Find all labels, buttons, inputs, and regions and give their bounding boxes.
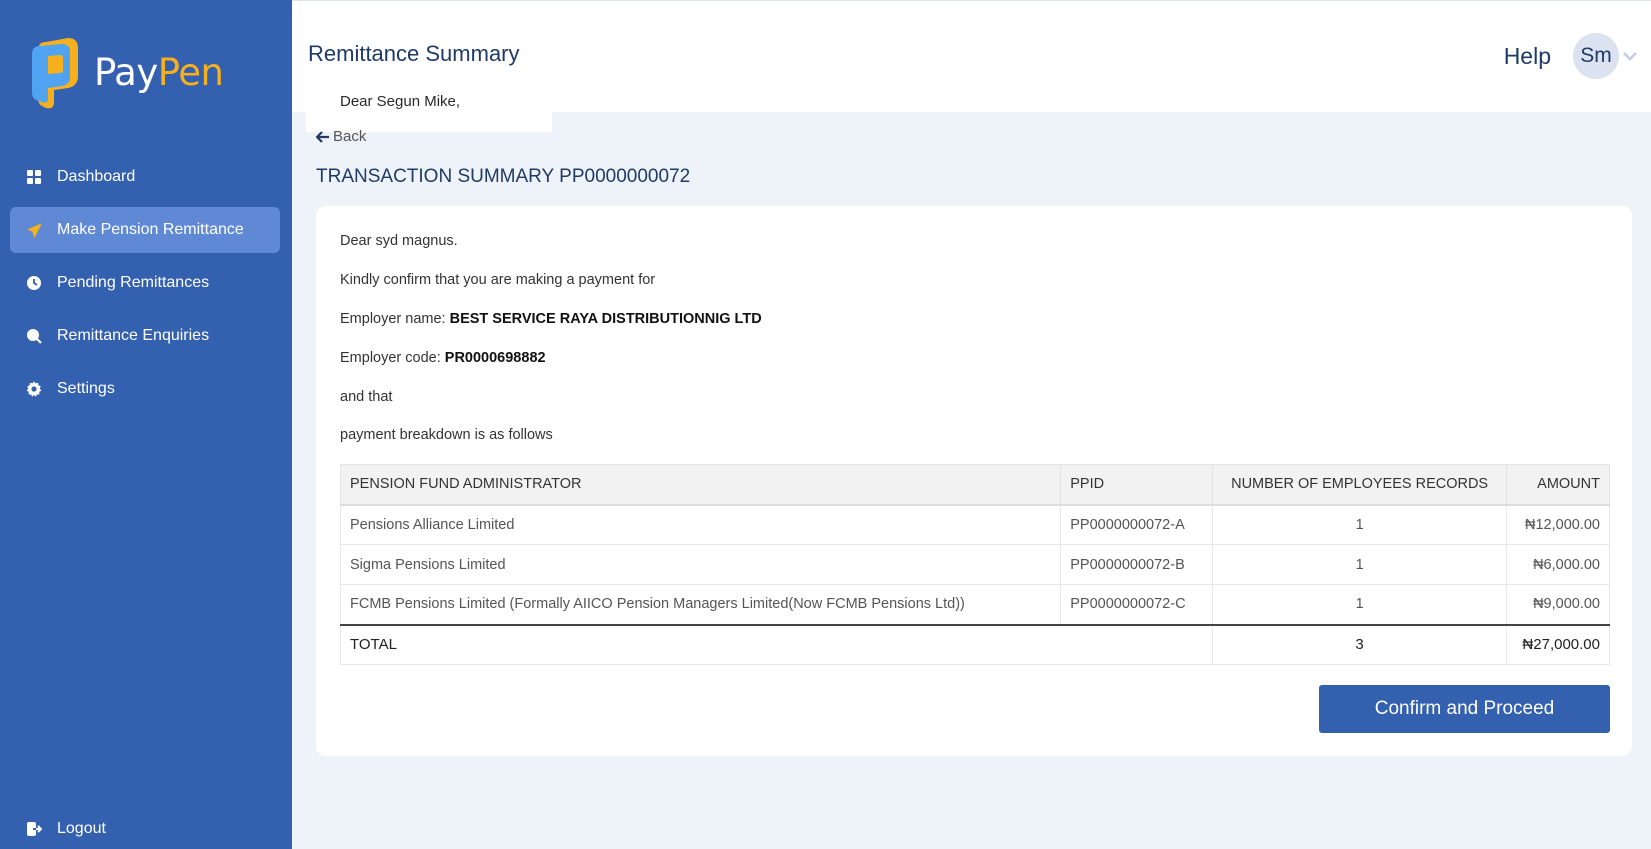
table-row: Sigma Pensions Limited PP0000000072-B 1 … — [339, 544, 1611, 585]
employer-name-label: Employer name: — [340, 311, 446, 327]
ppid-cell: PP0000000072-A — [1060, 504, 1214, 545]
sidebar-item-label: Dashboard — [57, 168, 136, 185]
logout-label: Logout — [57, 820, 106, 837]
sidebar-nav: Dashboard Make Pension Remittance Pendin… — [10, 154, 280, 419]
sidebar: PayPen Dashboard Make Pension Remittance… — [0, 0, 292, 849]
confirm-and-proceed-button[interactable]: Confirm and Proceed — [1319, 685, 1610, 733]
header-amount: AMOUNT — [1505, 464, 1611, 506]
sidebar-item-label: Pending Remittances — [57, 274, 210, 291]
breakdown-intro: payment breakdown is as follows — [340, 427, 553, 443]
employer-name-value: BEST SERVICE RAYA DISTRIBUTIONNIG LTD — [449, 311, 762, 327]
sidebar-item-label: Remittance Enquiries — [57, 327, 210, 344]
employer-code-line: Employer code: PR0000698882 — [340, 350, 546, 366]
table-total-row: TOTAL 3 ₦27,000.00 — [339, 623, 1611, 665]
sidebar-item-label: Make Pension Remittance — [57, 221, 244, 238]
table-row: FCMB Pensions Limited (Formally AIICO Pe… — [339, 584, 1611, 625]
total-amount: ₦27,000.00 — [1505, 623, 1611, 665]
help-link[interactable]: Help — [1504, 43, 1551, 70]
header-employee-records: NUMBER OF EMPLOYEES RECORDS — [1212, 464, 1507, 506]
employer-code-label: Employer code: — [340, 350, 441, 366]
brand-name-part1: Pay — [94, 50, 158, 94]
transaction-summary-card: Dear syd magnus. Kindly confirm that you… — [316, 206, 1632, 756]
sidebar-item-dashboard[interactable]: Dashboard — [10, 154, 280, 200]
amount-cell: ₦6,000.00 — [1505, 544, 1611, 585]
and-that-text: and that — [340, 389, 393, 405]
employer-code-value: PR0000698882 — [444, 350, 546, 366]
employee-records-cell: 1 — [1212, 504, 1507, 545]
ppid-cell: PP0000000072-C — [1060, 584, 1214, 625]
sidebar-item-label: Settings — [57, 380, 115, 397]
sidebar-item-remittance-enquiries[interactable]: Remittance Enquiries — [10, 313, 280, 359]
salutation: Dear syd magnus. — [340, 233, 458, 249]
amount-cell: ₦12,000.00 — [1505, 504, 1611, 545]
ppid-cell: PP0000000072-B — [1060, 544, 1214, 585]
logout-button[interactable]: Logout — [25, 820, 106, 838]
sidebar-item-make-pension-remittance[interactable]: Make Pension Remittance — [10, 207, 280, 253]
total-label: TOTAL — [339, 623, 1214, 665]
back-link[interactable]: Back — [316, 128, 366, 145]
avatar[interactable]: Sm — [1573, 33, 1619, 79]
brand-name-part2: Pen — [157, 50, 224, 94]
chevron-down-icon[interactable] — [1621, 47, 1639, 65]
confirm-text: Kindly confirm that you are making a pay… — [340, 272, 656, 288]
page-title: Remittance Summary — [308, 41, 520, 66]
grid-icon — [25, 168, 43, 186]
employer-name-line: Employer name: BEST SERVICE RAYA DISTRIB… — [340, 311, 762, 327]
user-greeting: Dear Segun Mike, — [306, 88, 552, 132]
sidebar-item-pending-remittances[interactable]: Pending Remittances — [10, 260, 280, 306]
table-row: Pensions Alliance Limited PP0000000072-A… — [339, 504, 1611, 545]
arrow-left-icon — [316, 130, 329, 143]
amount-cell: ₦9,000.00 — [1505, 584, 1611, 625]
gear-icon — [25, 380, 43, 398]
transaction-summary-title: TRANSACTION SUMMARY PP0000000072 — [316, 166, 691, 187]
sidebar-item-settings[interactable]: Settings — [10, 366, 280, 412]
paypen-logo[interactable]: PayPen — [28, 32, 224, 112]
employee-records-cell: 1 — [1212, 544, 1507, 585]
payment-breakdown-table: PENSION FUND ADMINISTRATOR PPID NUMBER O… — [339, 464, 1611, 665]
pfa-cell: Pensions Alliance Limited — [339, 504, 1062, 545]
pfa-cell: Sigma Pensions Limited — [339, 544, 1062, 585]
clock-icon — [25, 274, 43, 292]
employee-records-cell: 1 — [1212, 584, 1507, 625]
total-count: 3 — [1212, 623, 1507, 665]
pfa-cell: FCMB Pensions Limited (Formally AIICO Pe… — [339, 584, 1062, 625]
header-pfa: PENSION FUND ADMINISTRATOR — [339, 464, 1062, 506]
back-label: Back — [333, 128, 367, 145]
table-header-row: PENSION FUND ADMINISTRATOR PPID NUMBER O… — [339, 464, 1611, 506]
paper-plane-icon — [25, 221, 43, 239]
logout-icon — [25, 820, 43, 838]
brand-name: PayPen — [94, 50, 224, 94]
search-icon — [25, 327, 43, 345]
header-ppid: PPID — [1060, 464, 1214, 506]
paypen-logo-icon — [32, 38, 78, 109]
